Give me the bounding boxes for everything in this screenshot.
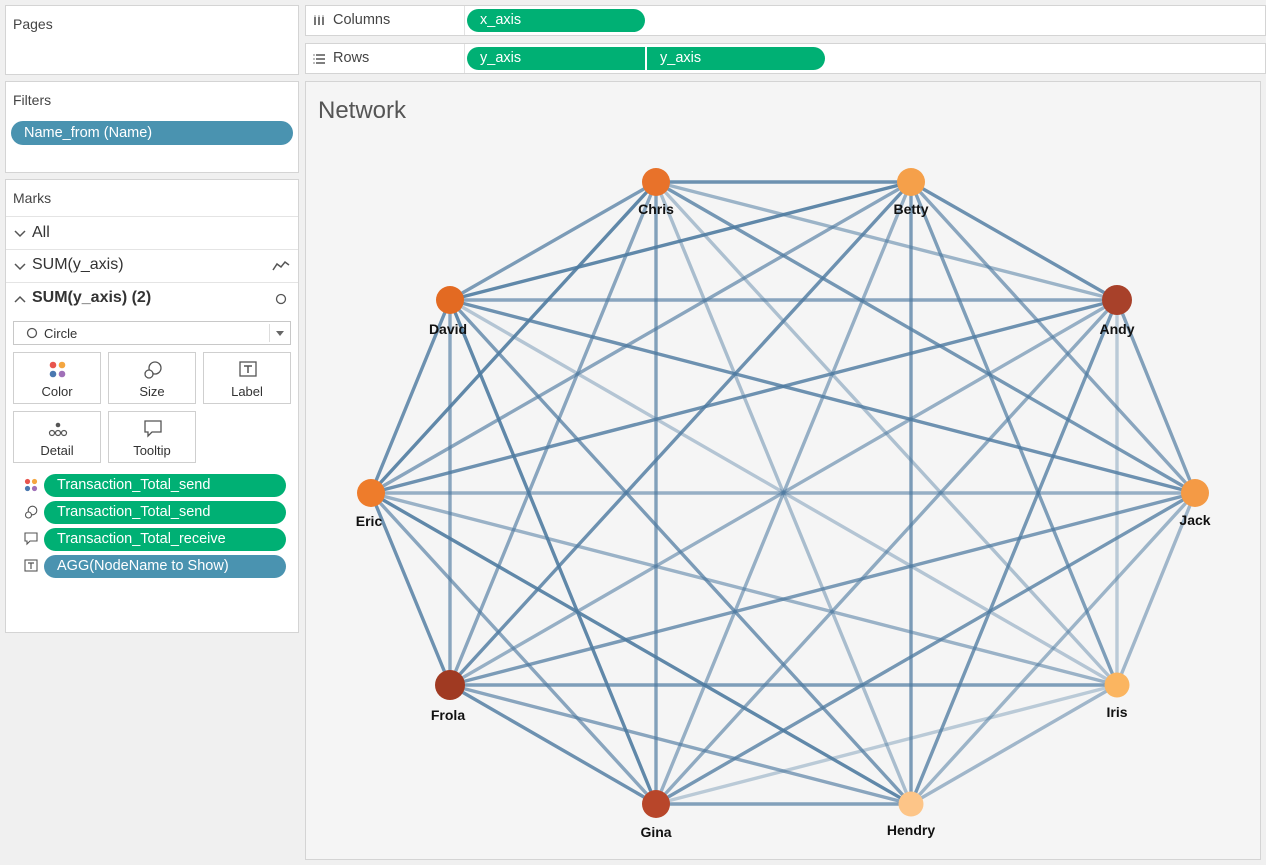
marks-title: Marks (13, 190, 52, 206)
marks-card: Marks All SUM(y_axis) SUM(y_axis) (2) Ci… (5, 179, 299, 633)
label-icon (24, 559, 38, 572)
label-button-label: Label (231, 384, 263, 399)
mark-type-dropdown[interactable]: Circle (13, 321, 291, 345)
line-chart-icon (272, 260, 290, 271)
tooltip-button[interactable]: Tooltip (108, 411, 196, 463)
columns-icon (314, 15, 324, 25)
tooltip-button-label: Tooltip (133, 443, 171, 458)
field-pill-color[interactable]: Transaction_Total_send (44, 474, 286, 497)
chevron-down-icon (276, 331, 284, 336)
color-button-label: Color (41, 384, 73, 399)
filters-card: Filters Name_from (Name) (5, 81, 299, 173)
filters-title: Filters (13, 92, 52, 108)
detail-button-label: Detail (40, 443, 74, 458)
color-dots-icon (24, 478, 38, 492)
rows-pill-y-axis[interactable]: y_axis (467, 47, 645, 70)
color-button[interactable]: Color (13, 352, 101, 404)
detail-icon (48, 422, 68, 437)
tooltip-icon (144, 420, 162, 438)
size-icon (144, 361, 162, 379)
marks-row-label: All (32, 224, 50, 241)
marks-row-label: SUM(y_axis) (2) (32, 289, 152, 306)
field-pill-tooltip[interactable]: Transaction_Total_receive (44, 528, 286, 551)
marks-row-sum-y-axis-2[interactable]: SUM(y_axis) (2) (6, 283, 298, 315)
circle-icon (275, 293, 287, 305)
columns-pill-x-axis[interactable]: x_axis (467, 9, 645, 32)
rows-pill-y-axis-2[interactable]: y_axis (647, 47, 825, 70)
color-dots-icon (49, 361, 66, 378)
label-icon (239, 361, 257, 377)
size-button[interactable]: Size (108, 352, 196, 404)
tooltip-icon (24, 532, 38, 546)
filter-pill-name-from[interactable]: Name_from (Name) (11, 121, 293, 145)
view-title: Network (318, 97, 407, 124)
view-pane: Network (305, 81, 1261, 860)
size-icon (24, 505, 38, 519)
field-pill-label[interactable]: AGG(NodeName to Show) (44, 555, 286, 578)
rows-shelf[interactable]: Rows y_axis y_axis (305, 43, 1266, 74)
chevron-down-icon (14, 230, 26, 238)
mark-type-label: Circle (44, 326, 78, 341)
label-button[interactable]: Label (203, 352, 291, 404)
pages-title: Pages (13, 16, 53, 32)
rows-shelf-label: Rows (333, 50, 370, 66)
rows-icon (313, 54, 325, 64)
marks-row-label: SUM(y_axis) (32, 256, 124, 273)
pages-card: Pages (5, 5, 299, 75)
detail-button[interactable]: Detail (13, 411, 101, 463)
columns-shelf[interactable]: Columns x_axis (305, 5, 1266, 36)
chevron-down-icon (14, 263, 26, 271)
size-button-label: Size (139, 384, 165, 399)
chevron-up-icon (14, 295, 26, 303)
marks-row-sum-y-axis[interactable]: SUM(y_axis) (6, 250, 298, 283)
marks-row-all[interactable]: All (6, 216, 298, 250)
field-pill-size[interactable]: Transaction_Total_send (44, 501, 286, 524)
columns-shelf-label: Columns (333, 12, 391, 28)
circle-icon (26, 327, 38, 339)
